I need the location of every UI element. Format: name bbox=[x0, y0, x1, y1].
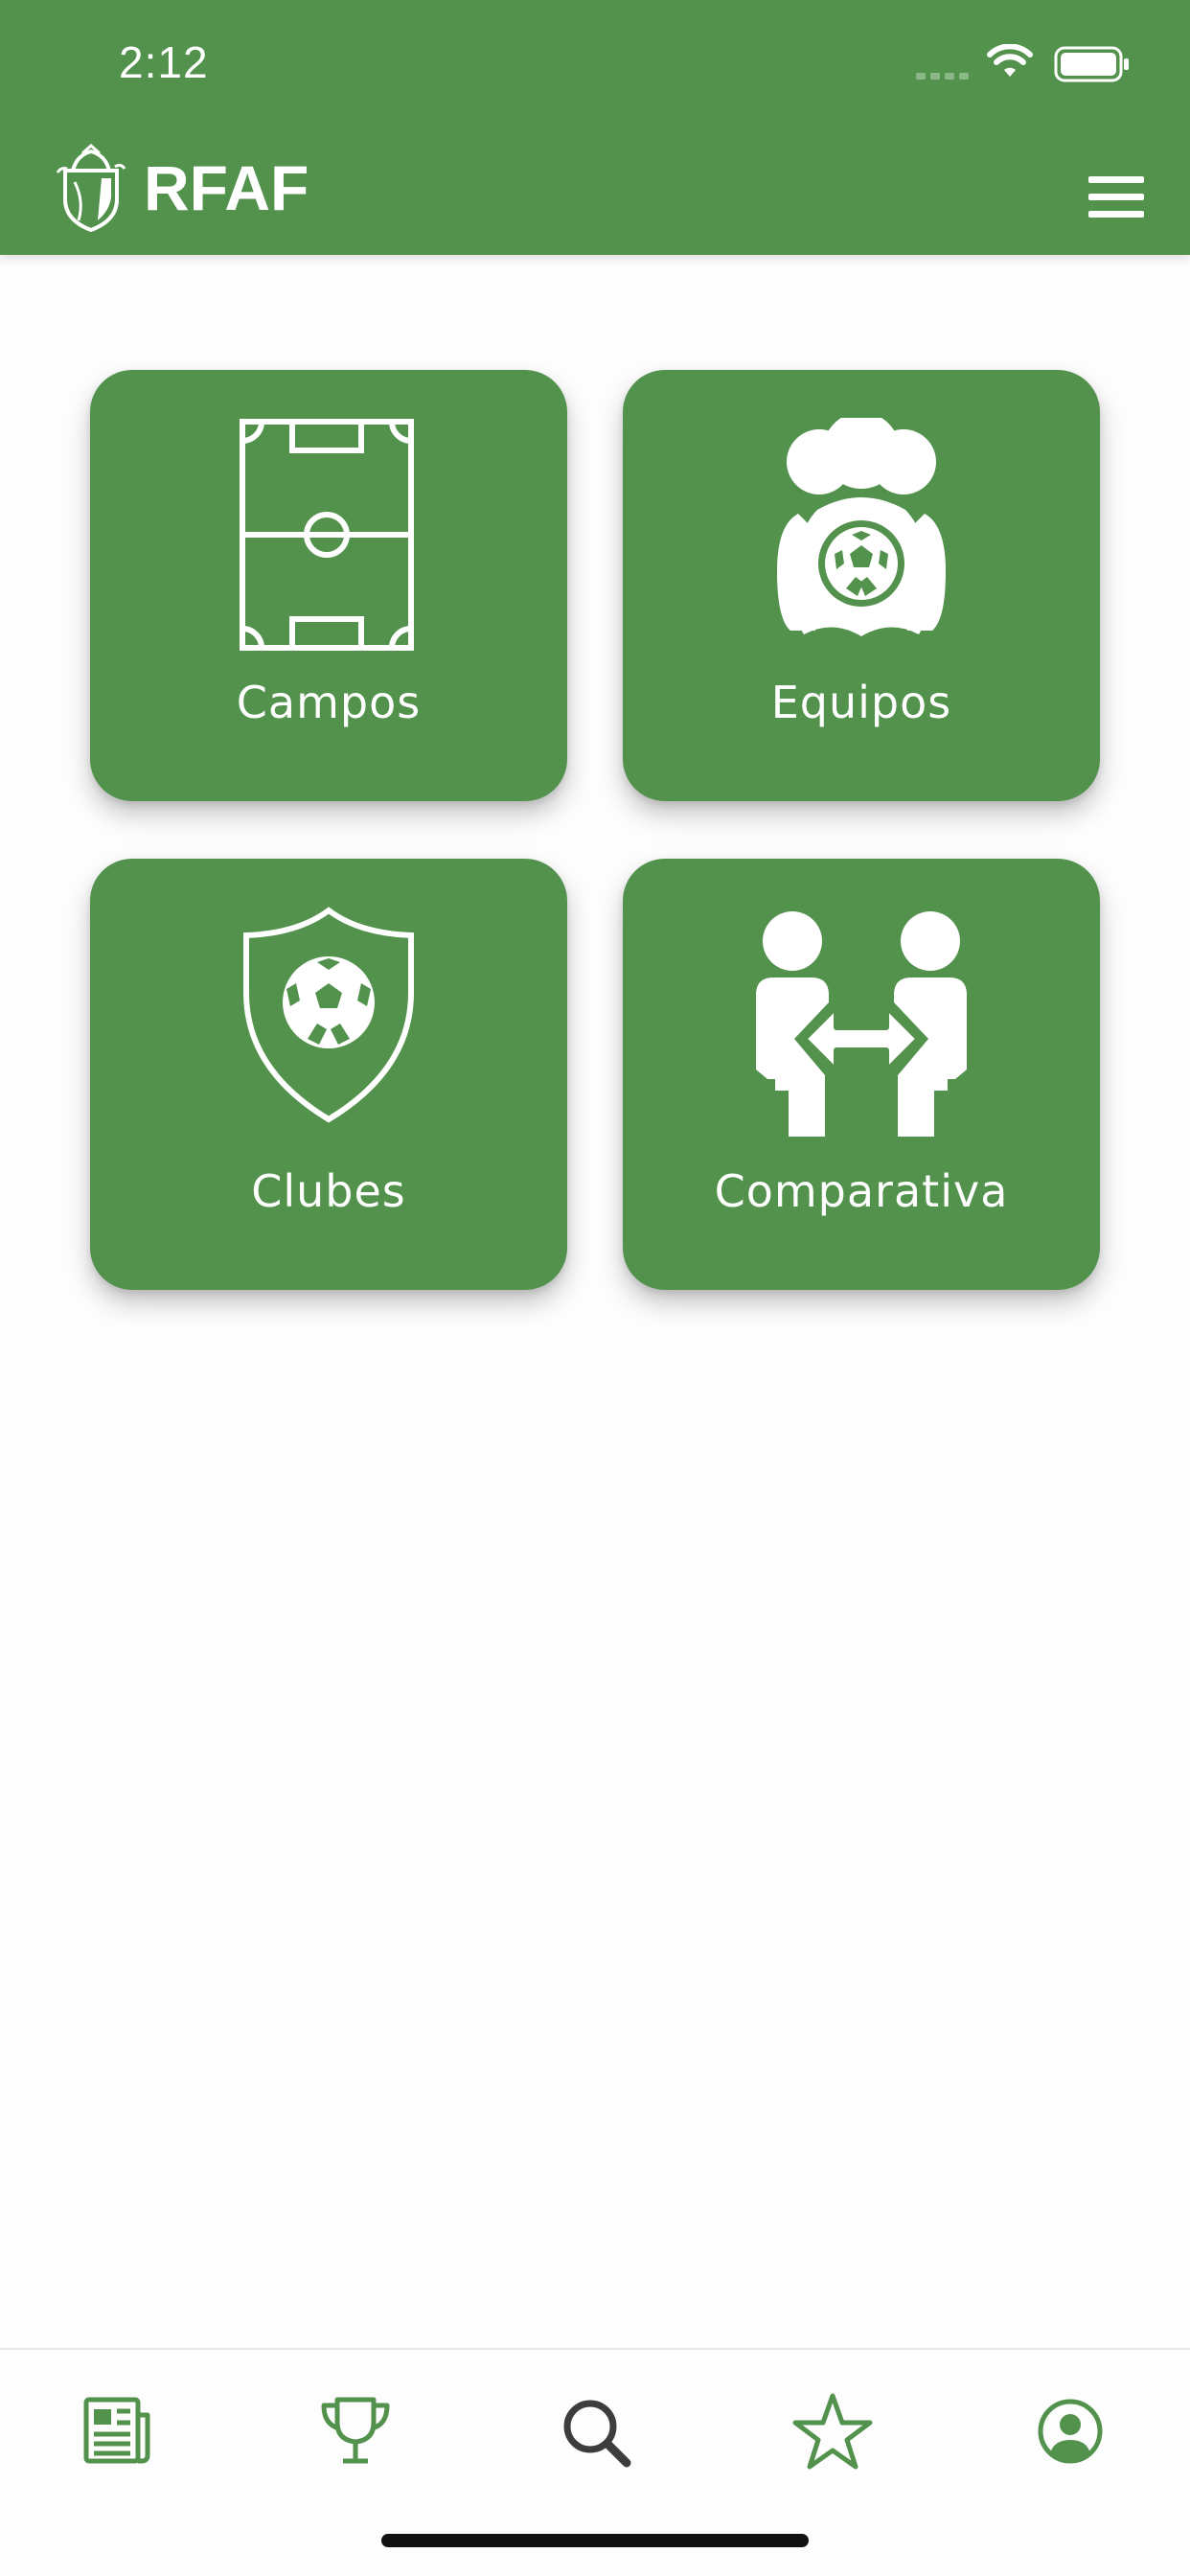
battery-icon bbox=[1054, 46, 1129, 82]
rfaf-logo-icon bbox=[56, 144, 126, 232]
clubes-label: Clubes bbox=[251, 1165, 406, 1217]
campos-label: Campos bbox=[236, 677, 422, 728]
football-field-icon bbox=[240, 419, 414, 651]
search-icon bbox=[563, 2400, 631, 2468]
tab-profile[interactable] bbox=[1027, 2388, 1113, 2474]
hamburger-menu-icon[interactable] bbox=[1087, 172, 1146, 220]
app-header: 2:12 RFAF bbox=[0, 0, 1190, 255]
status-time: 2:12 bbox=[119, 37, 209, 87]
campos-tile[interactable]: Campos bbox=[90, 370, 567, 801]
team-icon bbox=[777, 418, 946, 636]
trophy-icon bbox=[321, 2397, 390, 2464]
clubes-tile[interactable]: Clubes bbox=[90, 859, 567, 1290]
club-shield-icon bbox=[243, 907, 414, 1123]
tab-favorites[interactable] bbox=[790, 2388, 876, 2474]
star-icon bbox=[792, 2393, 873, 2470]
equipos-tile[interactable]: Equipos bbox=[623, 370, 1100, 801]
profile-icon bbox=[1038, 2399, 1103, 2464]
news-icon bbox=[83, 2397, 150, 2464]
wifi-icon bbox=[987, 44, 1033, 77]
tab-news[interactable] bbox=[75, 2388, 161, 2474]
tab-competitions[interactable] bbox=[312, 2388, 399, 2474]
comparativa-label: Comparativa bbox=[714, 1165, 1009, 1217]
cellular-signal-icon bbox=[916, 73, 969, 80]
compare-icon bbox=[756, 911, 967, 1137]
equipos-label: Equipos bbox=[770, 677, 952, 728]
screen: 2:12 RFAF Campos Equipos Clubes Comparat… bbox=[0, 0, 1190, 2576]
tab-search[interactable] bbox=[552, 2388, 638, 2474]
home-indicator bbox=[381, 2534, 809, 2547]
comparativa-tile[interactable]: Comparativa bbox=[623, 859, 1100, 1290]
logo-text: RFAF bbox=[144, 152, 309, 223]
